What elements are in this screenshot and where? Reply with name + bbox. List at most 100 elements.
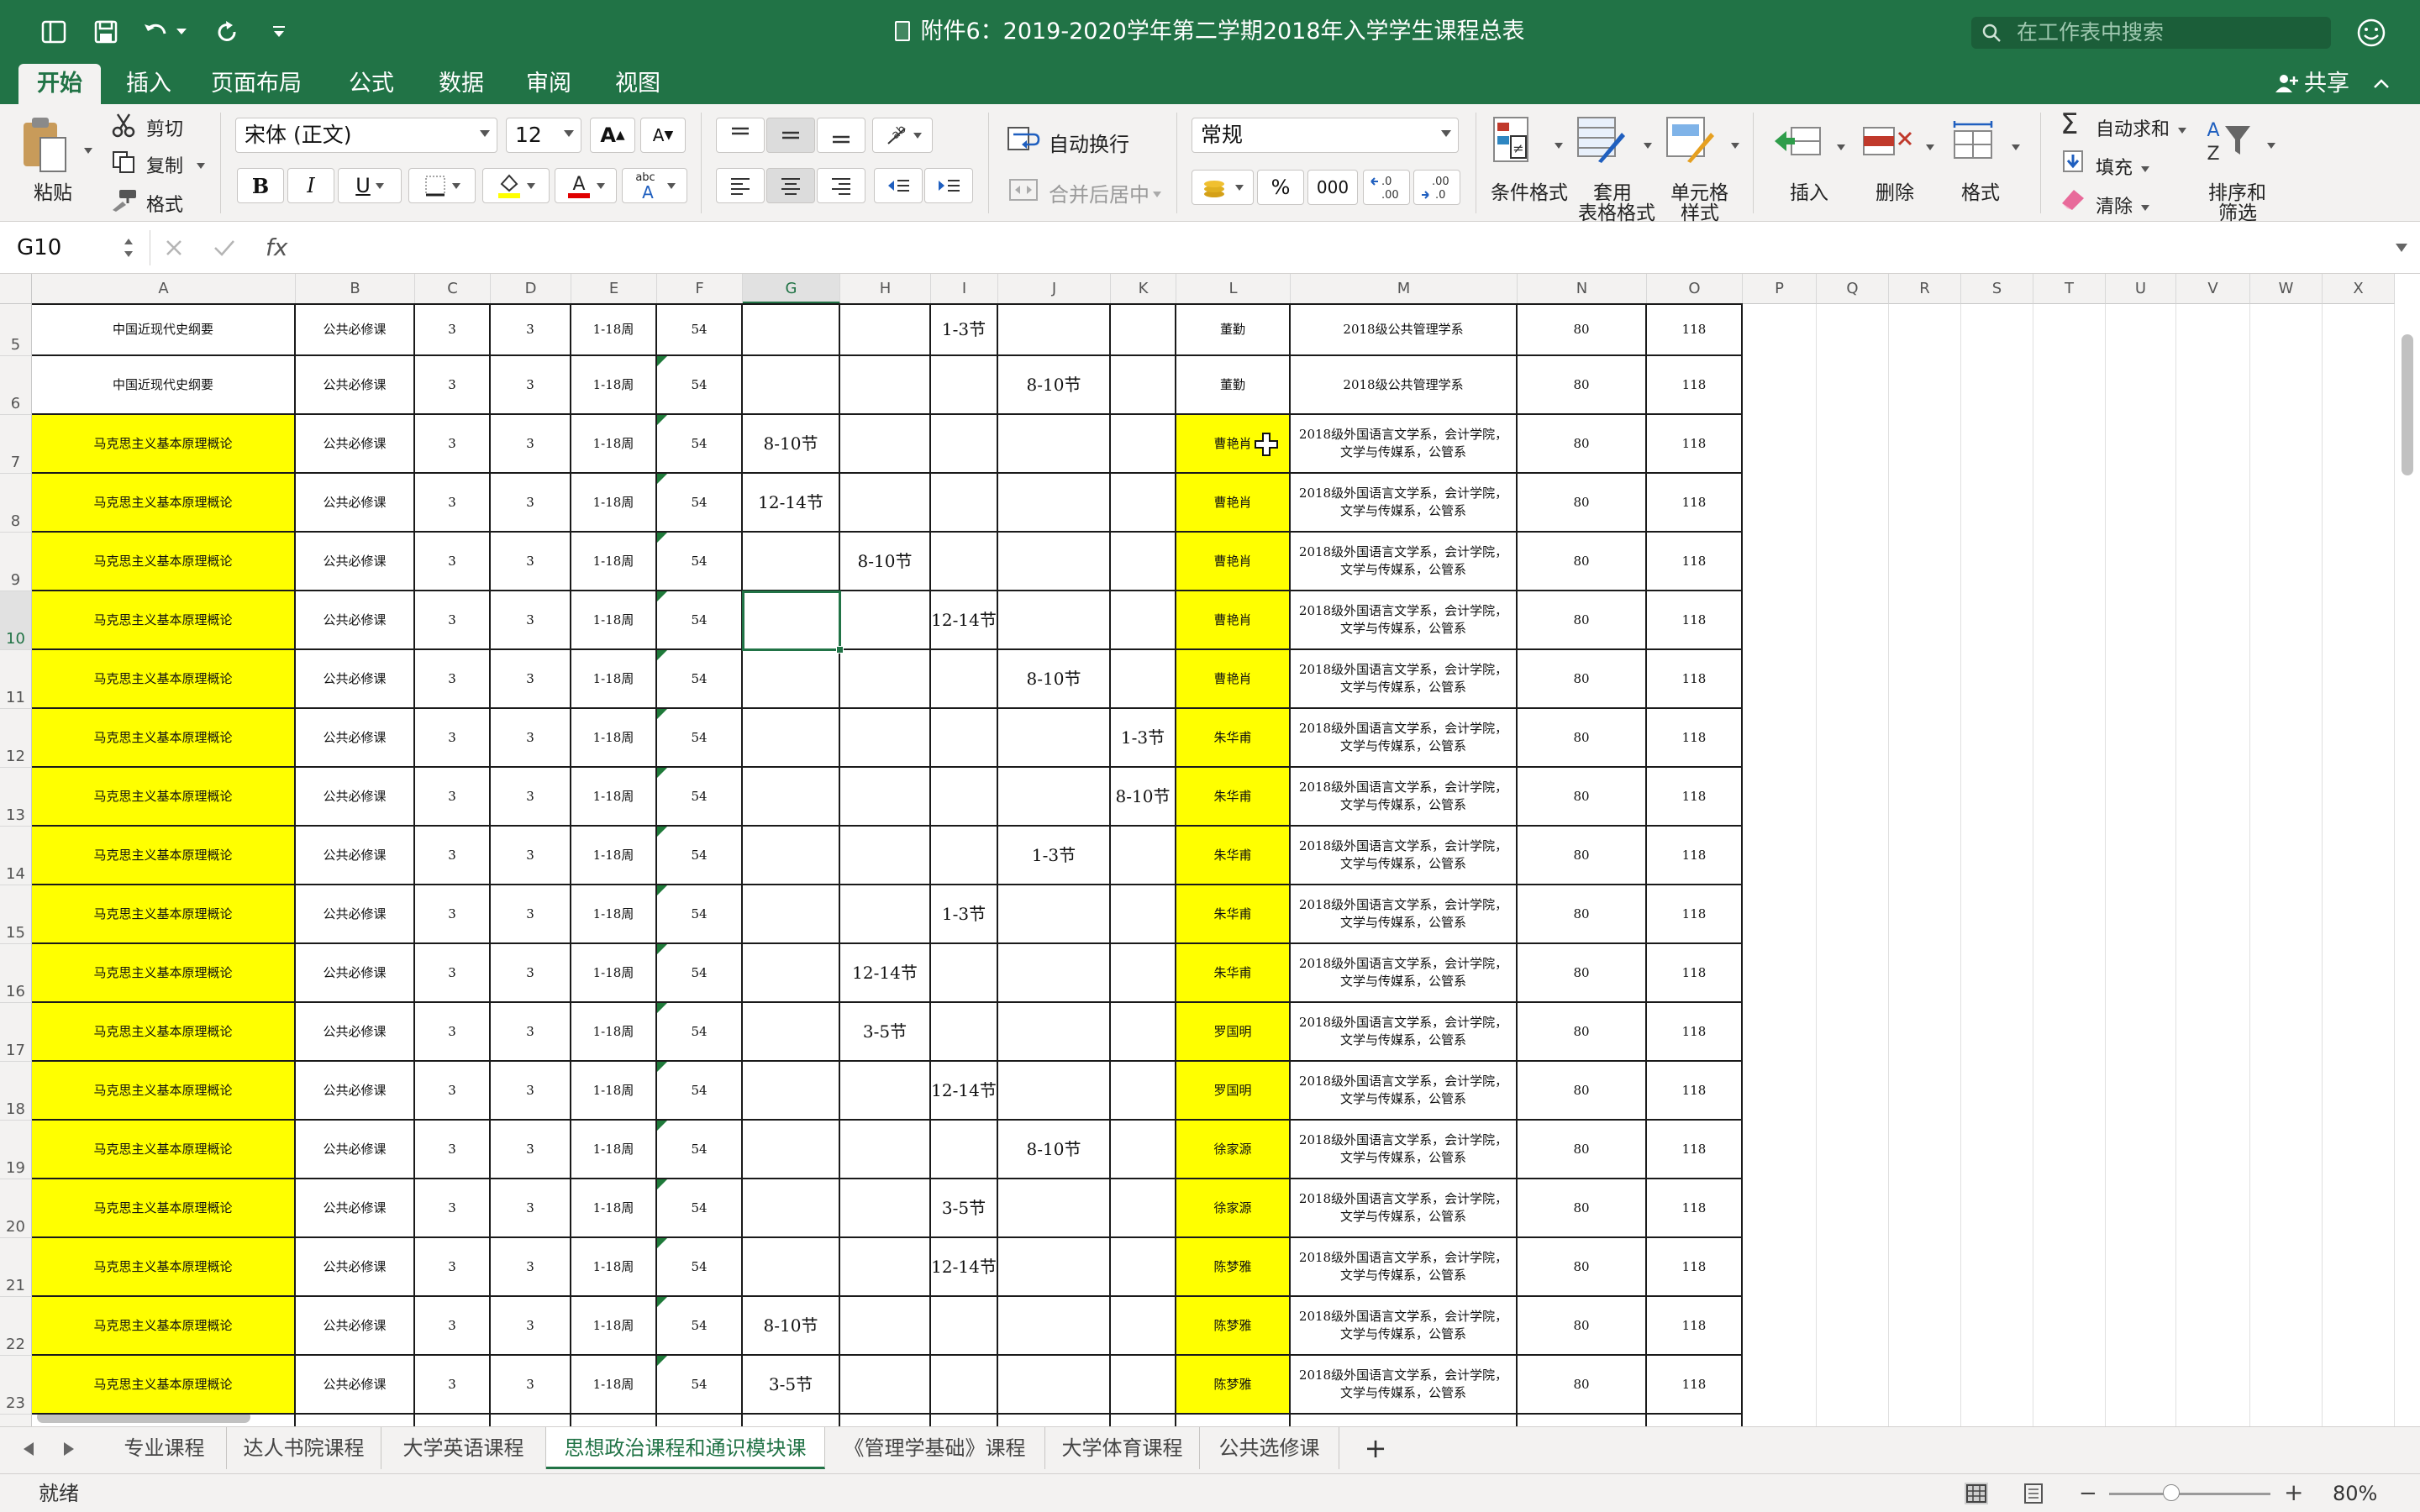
row-header[interactable] (0, 1415, 32, 1426)
cell-g[interactable] (743, 944, 840, 1003)
cell-m[interactable]: 2018级外国语言文学系，会计学院，文学与传媒系，公管系 (1291, 1297, 1518, 1356)
cell-n[interactable]: 80 (1518, 650, 1647, 709)
cell-g[interactable] (743, 356, 840, 415)
cell-l[interactable]: 曹艳肖 (1176, 533, 1291, 591)
decrease-decimal-button[interactable]: .00.0 (1413, 170, 1460, 205)
column-header[interactable]: J (998, 274, 1111, 304)
cell-o[interactable]: 118 (1647, 1356, 1743, 1415)
cell-e[interactable]: 1-18周 (571, 1356, 657, 1415)
cell-k[interactable] (1111, 591, 1176, 650)
tab-data[interactable]: 数据 (424, 64, 498, 104)
cell-c[interactable]: 3 (415, 1238, 491, 1297)
save-icon[interactable] (89, 15, 123, 49)
increase-decimal-button[interactable]: .0.00 (1363, 170, 1410, 205)
cell-b[interactable]: 公共必修课 (296, 944, 415, 1003)
row-header[interactable]: 21 (0, 1238, 32, 1297)
cell-c[interactable]: 3 (415, 944, 491, 1003)
cell-h[interactable] (840, 650, 931, 709)
redo-icon[interactable] (210, 15, 244, 49)
cell-m[interactable]: 2018级外国语言文学系，会计学院，文学与传媒系，公管系 (1291, 415, 1518, 474)
cell-i[interactable] (931, 533, 998, 591)
align-top-button[interactable] (716, 118, 765, 153)
cell-n[interactable]: 80 (1518, 827, 1647, 885)
text-orientation-button[interactable]: ab (872, 118, 933, 153)
column-header[interactable]: D (491, 274, 571, 304)
cell-style-icon[interactable] (1665, 116, 1716, 165)
decrease-indent-button[interactable] (874, 168, 923, 203)
cell-m[interactable]: 2018级外国语言文学系，会计学院，文学与传媒系，公管系 (1291, 533, 1518, 591)
row-header[interactable]: 13 (0, 768, 32, 827)
cell-g[interactable] (743, 1415, 840, 1426)
cell-n[interactable]: 80 (1518, 709, 1647, 768)
column-header[interactable]: W (2250, 274, 2323, 304)
cell-j[interactable] (998, 1062, 1111, 1121)
column-header[interactable]: U (2106, 274, 2176, 304)
zoom-out-icon[interactable]: − (2079, 1483, 2097, 1504)
cell-style-label-2[interactable]: 样式 (1681, 197, 1719, 225)
cell-b[interactable]: 公共必修课 (296, 650, 415, 709)
vertical-scrollbar[interactable] (2402, 334, 2413, 475)
cell-h[interactable]: 12-14节 (840, 944, 931, 1003)
cell-m[interactable]: 2018级外国语言文学系，会计学院，文学与传媒系，公管系 (1291, 1121, 1518, 1179)
cell-d[interactable]: 3 (491, 1179, 571, 1238)
cell-style-dropdown-icon[interactable] (1726, 136, 1739, 152)
cell-f[interactable]: 54 (657, 768, 743, 827)
cell-g[interactable]: 12-14节 (743, 474, 840, 533)
cell-e[interactable]: 1-18周 (571, 1297, 657, 1356)
cell-g[interactable] (743, 304, 840, 356)
feedback-smiley-icon[interactable] (2355, 17, 2387, 49)
cell-j[interactable] (998, 474, 1111, 533)
cell-m[interactable]: 2018级公共管理学系 (1291, 304, 1518, 356)
cell-c[interactable]: 3 (415, 474, 491, 533)
cell-e[interactable]: 1-18周 (571, 1238, 657, 1297)
cell-b[interactable]: 公共必修课 (296, 1356, 415, 1415)
tab-page-layout[interactable]: 页面布局 (202, 64, 311, 104)
tab-review[interactable]: 审阅 (514, 64, 583, 104)
enter-check-icon[interactable] (213, 239, 235, 257)
cell-k[interactable] (1111, 304, 1176, 356)
cell-j[interactable] (998, 885, 1111, 944)
cell-a[interactable]: 马克思主义基本原理概论 (32, 709, 296, 768)
cell-n[interactable]: 80 (1518, 1121, 1647, 1179)
cell-h[interactable] (840, 1179, 931, 1238)
cell-f[interactable]: 54 (657, 827, 743, 885)
cell-a[interactable]: 马克思主义基本原理概论 (32, 533, 296, 591)
cell-l[interactable]: 徐家源 (1176, 1179, 1291, 1238)
cell-a[interactable]: 中国近现代史纲要 (32, 356, 296, 415)
cell-o[interactable]: 118 (1647, 1062, 1743, 1121)
accounting-format-button[interactable] (1192, 170, 1254, 205)
cell-l[interactable]: 董勤 (1176, 304, 1291, 356)
cell-j[interactable] (998, 1297, 1111, 1356)
cell-m[interactable]: 2018级外国语言文学系，会计学院，文学与传媒系，公管系 (1291, 474, 1518, 533)
cell-e[interactable]: 1-18周 (571, 533, 657, 591)
fill-color-button[interactable] (482, 168, 550, 203)
borders-button[interactable] (408, 168, 476, 203)
cell-o[interactable]: 118 (1647, 768, 1743, 827)
cell-h[interactable] (840, 768, 931, 827)
cell-d[interactable]: 3 (491, 709, 571, 768)
cell-b[interactable]: 公共必修课 (296, 356, 415, 415)
prev-sheet-icon[interactable] (24, 1442, 34, 1456)
cell-m[interactable]: 2017级艺创系，2018级音乐系，护理 (1291, 1415, 1518, 1426)
copy-icon[interactable] (111, 150, 136, 175)
cell-d[interactable]: 3 (491, 944, 571, 1003)
cell-b[interactable]: 公共必修课 (296, 1238, 415, 1297)
cell-c[interactable]: 3 (415, 1297, 491, 1356)
cell-c[interactable]: 3 (415, 415, 491, 474)
cell-j[interactable]: 8-10节 (998, 1121, 1111, 1179)
cell-g[interactable]: 8-10节 (743, 1297, 840, 1356)
sort-filter-label-2[interactable]: 筛选 (2218, 197, 2257, 225)
cell-i[interactable] (931, 1121, 998, 1179)
select-all-corner[interactable] (0, 274, 32, 304)
number-format-select[interactable]: 常规 (1192, 118, 1459, 153)
cell-b[interactable] (296, 1415, 415, 1426)
cell-l[interactable]: 朱华甫 (1176, 709, 1291, 768)
paste-icon[interactable] (18, 116, 71, 175)
cell-o[interactable]: 118 (1647, 591, 1743, 650)
cell-o[interactable] (1647, 1415, 1743, 1426)
cell-j[interactable] (998, 709, 1111, 768)
conditional-format-dropdown-icon[interactable] (1549, 136, 1563, 152)
cell-j[interactable] (998, 304, 1111, 356)
cell-j[interactable] (998, 1356, 1111, 1415)
formula-input[interactable] (306, 230, 2356, 265)
